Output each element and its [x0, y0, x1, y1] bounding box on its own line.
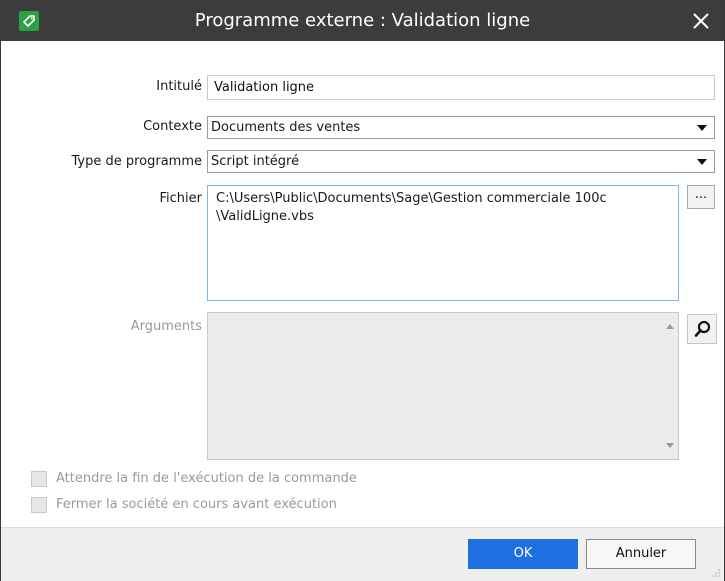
- title-bar[interactable]: Programme externe : Validation ligne: [1, 1, 724, 41]
- attendre-checkbox: [31, 471, 47, 487]
- cancel-button[interactable]: Annuler: [586, 539, 696, 569]
- arguments-field: [207, 312, 679, 460]
- intitule-field[interactable]: Validation ligne: [207, 75, 715, 100]
- intitule-label: Intitulé: [156, 79, 202, 94]
- search-icon: [694, 320, 711, 337]
- dialog-window: Programme externe : Validation ligne Int…: [0, 0, 725, 581]
- scroll-up-icon: [666, 324, 674, 329]
- arguments-scrollbar: [661, 312, 679, 460]
- fermer-checkbox: [31, 497, 47, 513]
- fichier-field[interactable]: C:\Users\Public\Documents\Sage\Gestion c…: [207, 185, 679, 301]
- fichier-label: Fichier: [159, 191, 203, 206]
- resize-grip-icon[interactable]: [712, 569, 720, 577]
- fichier-line-2: \ValidLigne.vbs: [216, 209, 314, 224]
- dialog-footer: OK Annuler: [1, 527, 724, 581]
- type-label: Type de programme: [71, 154, 202, 169]
- attendre-label: Attendre la fin de l'exécution de la com…: [56, 471, 357, 486]
- close-icon: [693, 13, 709, 29]
- arguments-label: Arguments: [130, 319, 202, 334]
- fichier-line-1: C:\Users\Public\Documents\Sage\Gestion c…: [216, 191, 607, 206]
- type-value: Script intégré: [211, 154, 300, 169]
- fermer-label: Fermer la société en cours avant exécuti…: [56, 497, 337, 512]
- browse-button[interactable]: ...: [687, 185, 715, 209]
- attendre-option: Attendre la fin de l'exécution de la com…: [31, 469, 431, 489]
- contexte-value: Documents des ventes: [211, 120, 361, 135]
- arguments-search-button[interactable]: [687, 314, 717, 344]
- sage-tag-icon: [19, 11, 39, 31]
- contexte-label: Contexte: [143, 119, 202, 134]
- scroll-down-icon: [666, 443, 674, 448]
- contexte-select[interactable]: Documents des ventes: [207, 116, 715, 139]
- chevron-down-icon: [697, 159, 707, 165]
- dialog-title: Programme externe : Validation ligne: [194, 10, 531, 31]
- chevron-down-icon: [697, 125, 707, 131]
- fermer-option: Fermer la société en cours avant exécuti…: [31, 495, 431, 515]
- close-button[interactable]: [686, 6, 716, 36]
- type-select[interactable]: Script intégré: [207, 150, 715, 173]
- ok-button[interactable]: OK: [468, 539, 578, 569]
